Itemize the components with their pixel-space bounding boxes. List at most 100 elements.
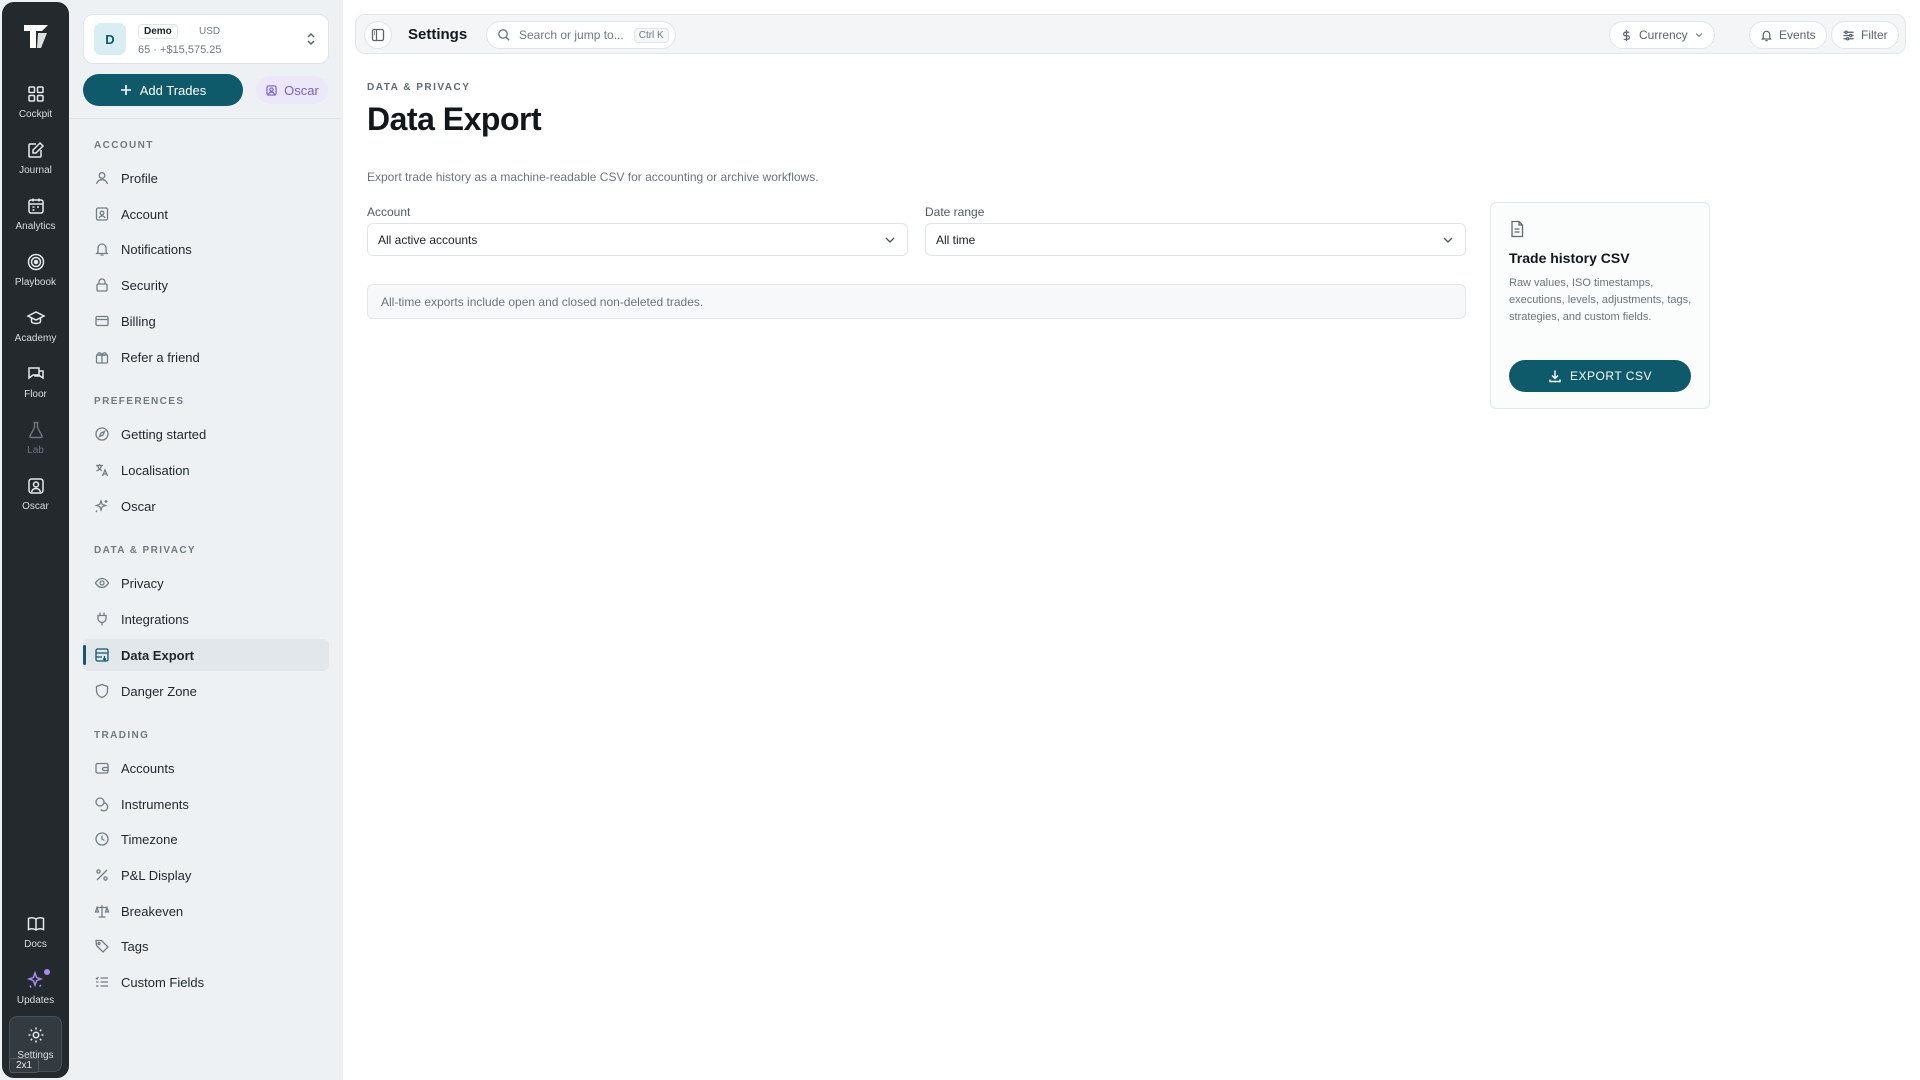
sidebar-item-account[interactable]: Account — [83, 198, 329, 230]
filter-icon — [1843, 30, 1854, 40]
user-icon — [95, 172, 109, 185]
rail-item-oscar[interactable]: Oscar — [2, 474, 69, 526]
sidebar-toggle-button[interactable] — [364, 21, 392, 49]
sidebar-item-profile[interactable]: Profile — [83, 162, 329, 194]
id-card-icon — [95, 207, 109, 221]
export-info-text: All-time exports include open and closed… — [381, 294, 704, 309]
journal-icon — [27, 141, 44, 158]
calendar-icon — [27, 198, 44, 214]
sidebar-item-billing[interactable]: Billing — [83, 305, 329, 337]
rail-item-floor[interactable]: Floor — [2, 362, 69, 414]
rail-item-lab[interactable]: Lab — [2, 418, 69, 470]
account-field-label: Account — [367, 205, 411, 219]
percent-icon — [96, 869, 108, 881]
page-breadcrumb-title: Settings — [408, 26, 468, 43]
plus-icon — [120, 85, 131, 95]
settings-sidebar: D Demo USD 65 · +$15,575.25 Add Trades O… — [70, 0, 342, 1080]
page-eyebrow: DATA & PRIVACY — [367, 82, 471, 93]
rail-label: Analytics — [15, 221, 56, 232]
sidebar-item-label: Localisation — [121, 462, 190, 478]
sidebar-item-notifications[interactable]: Notifications — [83, 233, 329, 265]
oscar-button[interactable]: Oscar — [256, 76, 328, 104]
sidebar-item-instruments[interactable]: Instruments — [83, 788, 329, 820]
sidebar-item-oscar[interactable]: Oscar — [83, 490, 329, 522]
sidebar-item-tags[interactable]: Tags — [83, 930, 329, 962]
book-icon — [27, 917, 44, 931]
sidebar-item-danger-zone[interactable]: Danger Zone — [83, 675, 329, 707]
sidebar-item-label: Danger Zone — [121, 683, 197, 699]
sidebar-item-timezone[interactable]: Timezone — [83, 823, 329, 855]
events-button[interactable]: Events — [1749, 21, 1827, 49]
rail-label: Playbook — [14, 277, 57, 288]
top-bar: Settings Search or jump to... Ctrl K Cur… — [355, 14, 1906, 54]
sidebar-item-label: Getting started — [121, 426, 207, 442]
sidebar-item-integrations[interactable]: Integrations — [83, 603, 329, 635]
account-mode-badge: Demo — [138, 24, 178, 39]
sidebar-item-label: Tags — [121, 938, 149, 954]
rail-item-journal[interactable]: Journal — [2, 138, 69, 190]
sidebar-item-data-export[interactable]: Data Export — [83, 639, 329, 671]
sidebar-item-accounts[interactable]: Accounts — [83, 752, 329, 784]
date-range-select[interactable]: All time — [925, 223, 1466, 256]
sidebar-item-security[interactable]: Security — [83, 269, 329, 301]
rail-item-cockpit[interactable]: Cockpit — [2, 82, 69, 134]
sidebar-item-custom-fields[interactable]: Custom Fields — [83, 966, 329, 998]
account-select[interactable]: All active accounts — [367, 223, 908, 256]
sidebar-item-label: Refer a friend — [121, 349, 200, 365]
export-card-description: Raw values, ISO timestamps, executions, … — [1509, 277, 1692, 323]
sidebar-item-label: Timezone — [121, 831, 178, 847]
currency-button[interactable]: Currency — [1609, 21, 1715, 49]
gift-icon — [95, 352, 109, 364]
plug-icon — [97, 612, 107, 626]
section-account-title: ACCOUNT — [94, 140, 154, 151]
chat-icon — [27, 367, 44, 380]
sidebar-item-label: Data Export — [121, 647, 194, 663]
sidebar-item-breakeven[interactable]: Breakeven — [83, 895, 329, 927]
lock-icon — [96, 278, 108, 292]
sidebar-item-label: Breakeven — [121, 903, 184, 919]
filter-button[interactable]: Filter — [1831, 21, 1899, 49]
clock-icon — [95, 832, 109, 846]
sidebar-item-label: Account — [121, 206, 168, 222]
add-trades-button[interactable]: Add Trades — [83, 74, 243, 106]
search-icon — [498, 29, 510, 41]
sidebar-item-pnl-display[interactable]: P&L Display — [83, 859, 329, 891]
wallet-icon — [95, 762, 109, 774]
target-icon — [27, 253, 44, 271]
sidebar-item-localisation[interactable]: Localisation — [83, 454, 329, 486]
translate-icon — [96, 464, 109, 477]
account-currency: USD — [199, 26, 221, 37]
export-csv-button[interactable]: EXPORT CSV — [1509, 360, 1691, 392]
section-preferences-title: PREFERENCES — [94, 396, 185, 407]
rail-item-docs[interactable]: Docs — [2, 912, 69, 964]
search-input[interactable]: Search or jump to... Ctrl K — [486, 21, 676, 49]
sidebar-item-getting-started[interactable]: Getting started — [83, 418, 329, 450]
page-description: Export trade history as a machine-readab… — [367, 170, 819, 184]
sidebar-item-label: P&L Display — [121, 867, 192, 883]
scale-icon — [94, 905, 110, 918]
app-logo-icon[interactable] — [18, 18, 54, 54]
rail-item-updates[interactable]: Updates — [2, 968, 69, 1020]
sidebar-item-refer-a-friend[interactable]: Refer a friend — [83, 341, 329, 373]
grid-icon — [27, 86, 44, 102]
rail-badge: 2x1 — [9, 1058, 40, 1073]
list-check-icon — [95, 976, 108, 987]
chevron-up-down-icon — [307, 32, 315, 46]
rail-item-academy[interactable]: Academy — [2, 306, 69, 358]
rail-item-playbook[interactable]: Playbook — [2, 250, 69, 302]
chevron-down-icon — [1443, 237, 1453, 243]
tag-icon — [95, 939, 109, 953]
account-switcher[interactable]: D Demo USD 65 · +$15,575.25 — [83, 14, 329, 64]
app-rail: Cockpit Journal Analytics Playbook Acade… — [2, 2, 69, 1078]
avatar: D — [94, 23, 126, 55]
section-trading-title: TRADING — [94, 730, 150, 741]
dollar-icon — [1623, 29, 1630, 41]
export-csv-label: EXPORT CSV — [1570, 369, 1652, 383]
sidebar-item-privacy[interactable]: Privacy — [83, 567, 329, 599]
add-trades-label: Add Trades — [139, 82, 207, 98]
account-balance: 65 · +$15,575.25 — [138, 44, 222, 56]
bell-icon — [95, 243, 109, 256]
rail-item-analytics[interactable]: Analytics — [2, 194, 69, 246]
export-card-title: Trade history CSV — [1509, 250, 1630, 266]
main-panel: Settings Search or jump to... Ctrl K Cur… — [343, 0, 1920, 1080]
